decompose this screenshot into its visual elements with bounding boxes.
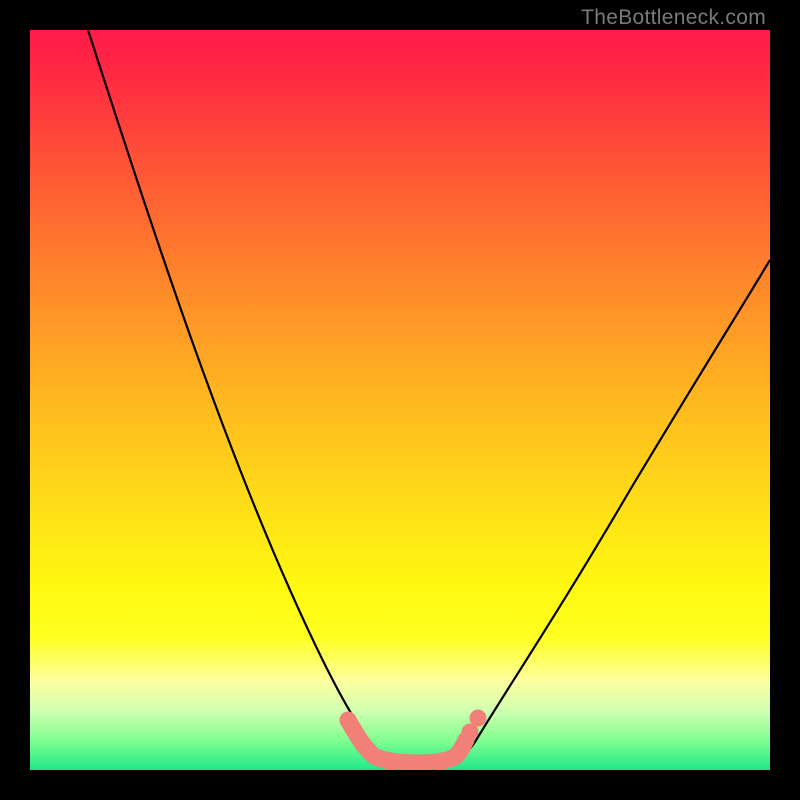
watermark-text: TheBottleneck.com [581, 6, 766, 30]
highlight-marker [348, 720, 466, 763]
highlight-dot-2 [470, 710, 487, 727]
plot-area [30, 30, 770, 770]
chart-svg [30, 30, 770, 770]
bottleneck-curve [88, 30, 770, 762]
chart-container: TheBottleneck.com [0, 0, 800, 800]
